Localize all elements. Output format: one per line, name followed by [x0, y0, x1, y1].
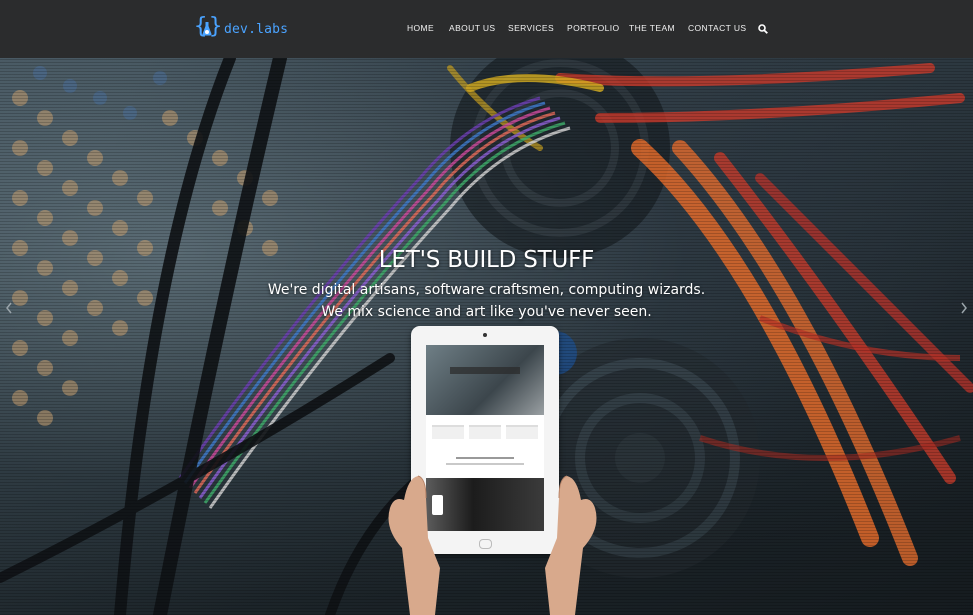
search-icon[interactable]	[758, 24, 768, 34]
right-hand-image	[545, 475, 597, 615]
brand-name: dev.labs	[224, 21, 289, 37]
hero-subtitle-line2: We mix science and art like you've never…	[321, 304, 652, 320]
nav-home[interactable]: HOME	[407, 23, 434, 33]
tablet-home-button	[479, 539, 492, 549]
nav-portfolio[interactable]: PORTFOLIO	[567, 23, 620, 33]
flask-logo-icon: { }	[194, 14, 223, 39]
hero-slider: LET'S BUILD STUFF We're digital artisans…	[0, 58, 973, 615]
top-navbar: { } dev.labs HOME ABOUT US SERVICES PORT…	[0, 0, 973, 59]
nav-about-us[interactable]: ABOUT US	[449, 23, 496, 33]
nav-services[interactable]: SERVICES	[508, 23, 554, 33]
hero-subtitle-line1: We're digital artisans, software craftsm…	[267, 282, 706, 298]
nav-the-team[interactable]: THE TEAM	[629, 23, 675, 33]
nav-contact-us[interactable]: CONTACT US	[688, 23, 746, 33]
hero-title: LET'S BUILD STUFF	[378, 247, 595, 273]
left-hand-image	[388, 475, 440, 615]
brand-logo[interactable]: { } dev.labs	[194, 14, 289, 42]
tablet-camera	[483, 333, 487, 337]
